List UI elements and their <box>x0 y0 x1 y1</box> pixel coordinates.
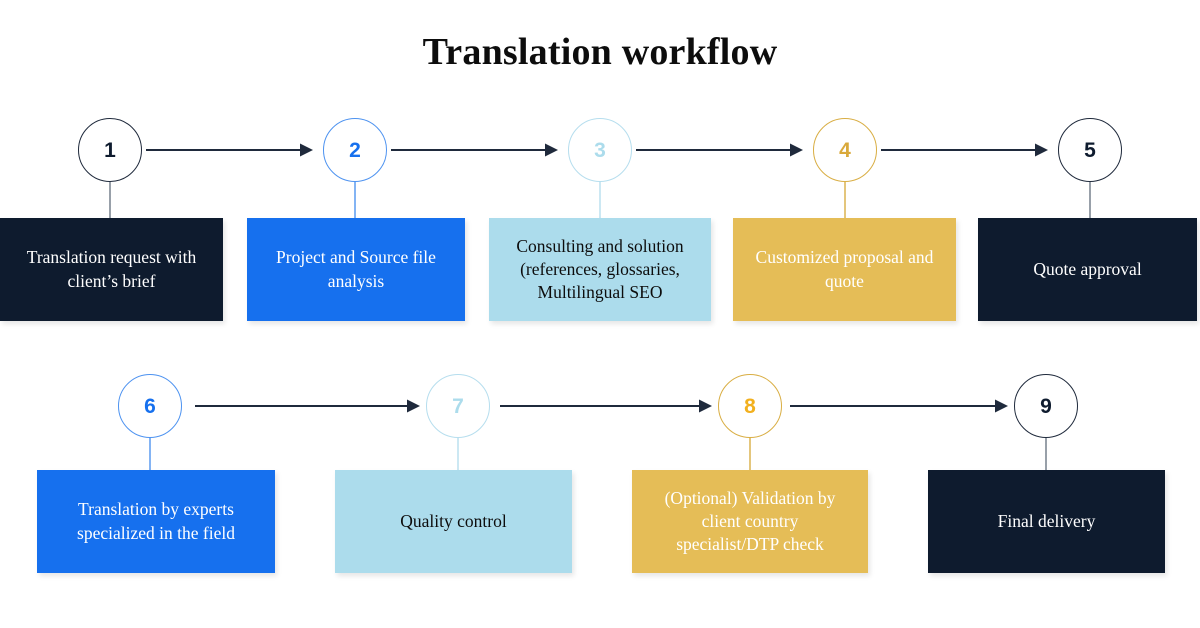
step-label-2: Project and Source file analysis <box>276 247 436 291</box>
step-box-2[interactable]: Project and Source file analysis <box>247 218 465 321</box>
step-circle-7[interactable]: 7 <box>426 374 490 438</box>
step-label-7: Quality control <box>400 510 507 531</box>
step-circle-1[interactable]: 1 <box>78 118 142 182</box>
step-label-5: Quote approval <box>1033 258 1142 279</box>
step-circle-9[interactable]: 9 <box>1014 374 1078 438</box>
step-number-3: 3 <box>594 138 606 162</box>
step-box-6[interactable]: Translation by experts specialized in th… <box>37 470 275 573</box>
step-label-8: (Optional) Validation by client country … <box>664 487 836 555</box>
step-number-2: 2 <box>349 138 361 162</box>
step-box-4[interactable]: Customized proposal and quote <box>733 218 956 321</box>
step-circle-4[interactable]: 4 <box>813 118 877 182</box>
page-title: Translation workflow <box>422 31 778 73</box>
step-circle-2[interactable]: 2 <box>323 118 387 182</box>
workflow-diagram: Translation workflow 1 Translation reques… <box>0 0 1200 628</box>
step-box-9[interactable]: Final delivery <box>928 470 1165 573</box>
step-box-7[interactable]: Quality control <box>335 470 572 573</box>
step-number-9: 9 <box>1040 394 1052 418</box>
flow-arrow-head <box>407 399 420 413</box>
step-box-1[interactable]: Translation request with client’s brief <box>0 218 223 321</box>
step-number-5: 5 <box>1084 138 1096 162</box>
step-number-8: 8 <box>744 394 756 418</box>
step-label-9: Final delivery <box>997 510 1096 531</box>
step-number-1: 1 <box>104 138 116 162</box>
step-label-3: Consulting and solution (references, glo… <box>516 235 684 303</box>
step-label-6: Translation by experts specialized in th… <box>77 499 235 543</box>
step-number-6: 6 <box>144 394 156 418</box>
step-label-1: Translation request with client’s brief <box>26 247 197 291</box>
step-box-8[interactable]: (Optional) Validation by client country … <box>632 470 868 573</box>
flow-arrow-head <box>995 399 1008 413</box>
flow-arrow-head <box>1035 143 1048 157</box>
flow-arrow-head <box>699 399 712 413</box>
step-label-4: Customized proposal and quote <box>755 247 934 291</box>
step-circle-5[interactable]: 5 <box>1058 118 1122 182</box>
flow-arrow-head <box>790 143 803 157</box>
step-circle-8[interactable]: 8 <box>718 374 782 438</box>
step-box-5[interactable]: Quote approval <box>978 218 1197 321</box>
step-box-3[interactable]: Consulting and solution (references, glo… <box>489 218 711 321</box>
step-circle-6[interactable]: 6 <box>118 374 182 438</box>
step-circle-3[interactable]: 3 <box>568 118 632 182</box>
step-number-7: 7 <box>452 394 464 418</box>
flow-arrow-head <box>545 143 558 157</box>
step-number-4: 4 <box>839 138 851 162</box>
flow-arrow-head <box>300 143 313 157</box>
